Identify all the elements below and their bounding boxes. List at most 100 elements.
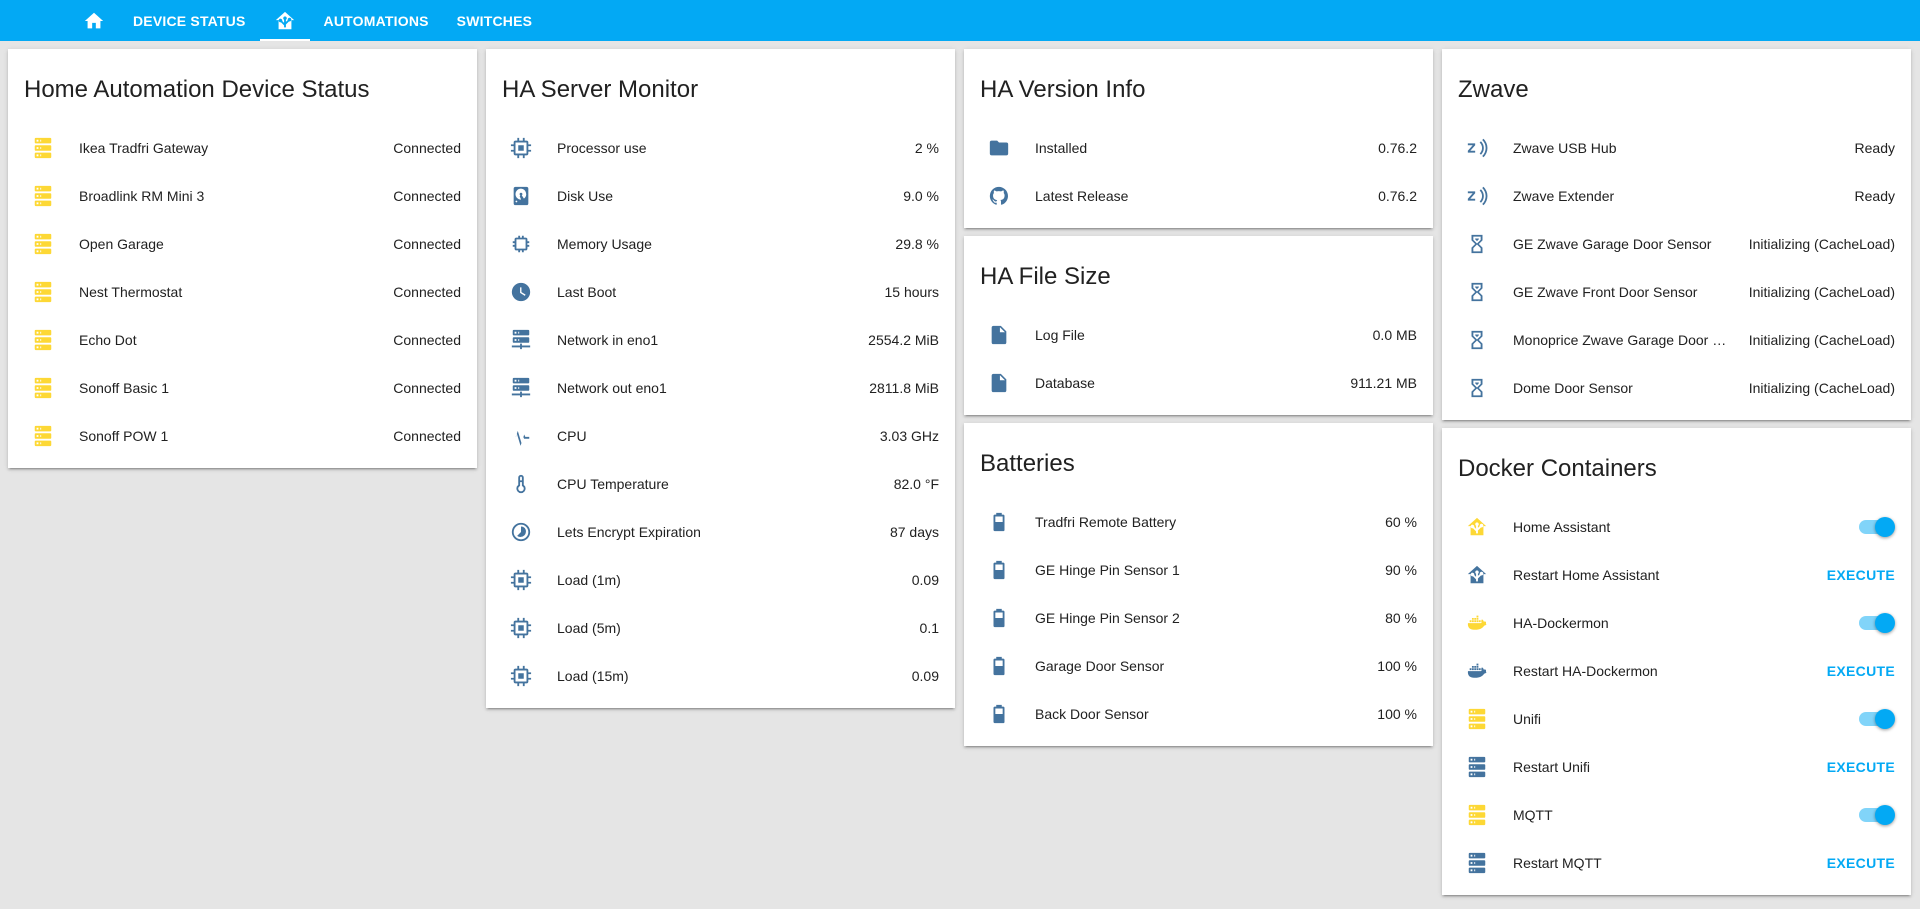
power-toggle[interactable]	[1857, 517, 1895, 537]
row-processor-use[interactable]: Processor use 2 %	[486, 124, 955, 172]
home-icon	[84, 12, 104, 28]
chip-icon	[510, 569, 532, 591]
row-dome-door-sensor[interactable]: Dome Door Sensor Initializing (CacheLoad)	[1442, 364, 1911, 412]
row-back-door-sensor[interactable]: Back Door Sensor 100 %	[964, 690, 1433, 738]
row-sonoff-pow-1[interactable]: Sonoff POW 1 Connected	[8, 412, 477, 460]
row-garage-door-sensor[interactable]: Garage Door Sensor 100 %	[964, 642, 1433, 690]
tab-automations[interactable]: AUTOMATIONS	[310, 0, 443, 41]
row-restart-unifi[interactable]: Restart Unifi EXECUTE	[1442, 743, 1911, 791]
card-title: Home Automation Device Status	[24, 76, 370, 103]
execute-button[interactable]: EXECUTE	[1827, 759, 1895, 775]
chip-icon	[510, 617, 532, 639]
row-icon	[24, 232, 64, 256]
row-restart-ha-dockermon[interactable]: Restart HA-Dockermon EXECUTE	[1442, 647, 1911, 695]
hourglass-icon	[1471, 234, 1483, 254]
row-home-assistant[interactable]: Home Assistant	[1442, 503, 1911, 551]
row-nest-thermostat[interactable]: Nest Thermostat Connected	[8, 268, 477, 316]
home-assistant-icon	[1467, 517, 1487, 536]
row-ge-zwave-garage-door-sensor[interactable]: GE Zwave Garage Door Sensor Initializing …	[1442, 220, 1911, 268]
row-ha-dockermon[interactable]: HA-Dockermon	[1442, 599, 1911, 647]
row-load-1m[interactable]: Load (1m) 0.09	[486, 556, 955, 604]
row-icon	[980, 654, 1020, 678]
execute-button[interactable]: EXECUTE	[1827, 663, 1895, 679]
row-log-file[interactable]: Log File 0.0 MB	[964, 311, 1433, 359]
row-name: Home Assistant	[1513, 519, 1611, 535]
row-echo-dot[interactable]: Echo Dot Connected	[8, 316, 477, 364]
row-icon	[24, 328, 64, 352]
row-load-15m[interactable]: Load (15m) 0.09	[486, 652, 955, 700]
row-ikea-tradfri-gateway[interactable]: Ikea Tradfri Gateway Connected	[8, 124, 477, 172]
tab-home[interactable]	[69, 0, 119, 41]
row-icon	[980, 702, 1020, 726]
card-title: HA Server Monitor	[502, 76, 699, 103]
chip-icon	[510, 137, 532, 159]
row-icon	[980, 371, 1020, 395]
row-name: Restart Home Assistant	[1513, 567, 1660, 583]
row-ge-hinge-pin-sensor-2[interactable]: GE Hinge Pin Sensor 2 80 %	[964, 594, 1433, 642]
row-name: Restart Unifi	[1513, 759, 1591, 775]
row-broadlink-rm-mini-3[interactable]: Broadlink RM Mini 3 Connected	[8, 172, 477, 220]
row-ge-hinge-pin-sensor-1[interactable]: GE Hinge Pin Sensor 1 90 %	[964, 546, 1433, 594]
row-mqtt[interactable]: MQTT	[1442, 791, 1911, 839]
row-cpu[interactable]: CPU 3.03 GHz	[486, 412, 955, 460]
row-icon	[502, 568, 542, 592]
execute-button[interactable]: EXECUTE	[1827, 567, 1895, 583]
row-zwave-extender[interactable]: Zwave Extender Ready	[1442, 172, 1911, 220]
row-open-garage[interactable]: Open Garage Connected	[8, 220, 477, 268]
row-icon	[1458, 328, 1498, 352]
row-value: Connected	[393, 236, 461, 252]
tab-device-status[interactable]: DEVICE STATUS	[119, 0, 260, 41]
row-monoprice-zwave-garage-door-s[interactable]: Monoprice Zwave Garage Door S... Initiali…	[1442, 316, 1911, 364]
row-value: Connected	[393, 140, 461, 156]
row-icon	[1458, 376, 1498, 400]
row-value: 0.76.2	[1378, 188, 1417, 204]
row-value: 87 days	[889, 524, 939, 540]
row-icon	[24, 424, 64, 448]
row-name: Broadlink RM Mini 3	[79, 188, 205, 204]
battery-icon	[993, 656, 1005, 676]
server-icon	[34, 425, 52, 447]
row-network-out-eno1[interactable]: Network out eno1 2811.8 MiB	[486, 364, 955, 412]
row-latest-release[interactable]: Latest Release 0.76.2	[964, 172, 1433, 220]
row-name: Last Boot	[557, 284, 617, 300]
harddisk-icon	[513, 186, 529, 206]
row-cpu-temperature[interactable]: CPU Temperature 82.0 °F	[486, 460, 955, 508]
power-toggle[interactable]	[1857, 709, 1895, 729]
row-name: Load (1m)	[557, 572, 621, 588]
row-memory-usage[interactable]: Memory Usage 29.8 %	[486, 220, 955, 268]
row-icon	[1458, 851, 1498, 875]
row-name: Restart HA-Dockermon	[1513, 663, 1658, 679]
row-tradfri-remote-battery[interactable]: Tradfri Remote Battery 60 %	[964, 498, 1433, 546]
row-restart-mqtt[interactable]: Restart MQTT EXECUTE	[1442, 839, 1911, 887]
file-icon	[991, 325, 1007, 345]
row-name: CPU Temperature	[557, 476, 669, 492]
tab-home-assistant[interactable]	[259, 0, 310, 41]
row-name: Unifi	[1513, 711, 1542, 727]
row-icon	[502, 280, 542, 304]
row-lets-encrypt-expiration[interactable]: Lets Encrypt Expiration 87 days	[486, 508, 955, 556]
row-disk-use[interactable]: Disk Use 9.0 %	[486, 172, 955, 220]
column-2: HA Server Monitor Processor use 2 % Disk Us…	[486, 49, 955, 716]
tab-switches[interactable]: SWITCHES	[443, 0, 547, 41]
row-database[interactable]: Database 911.21 MB	[964, 359, 1433, 407]
row-restart-home-assistant[interactable]: Restart Home Assistant EXECUTE	[1442, 551, 1911, 599]
row-network-in-eno1[interactable]: Network in eno1 2554.2 MiB	[486, 316, 955, 364]
row-ge-zwave-front-door-sensor[interactable]: GE Zwave Front Door Sensor Initializing (…	[1442, 268, 1911, 316]
folder-download-icon	[989, 140, 1009, 156]
row-zwave-usb-hub[interactable]: Zwave USB Hub Ready	[1442, 124, 1911, 172]
row-sonoff-basic-1[interactable]: Sonoff Basic 1 Connected	[8, 364, 477, 412]
row-load-5m[interactable]: Load (5m) 0.1	[486, 604, 955, 652]
execute-button[interactable]: EXECUTE	[1827, 855, 1895, 871]
row-name: Network in eno1	[557, 332, 659, 348]
power-toggle[interactable]	[1857, 613, 1895, 633]
server-network-icon	[511, 329, 531, 350]
row-last-boot[interactable]: Last Boot 15 hours	[486, 268, 955, 316]
row-value: 0.09	[911, 572, 939, 588]
row-installed[interactable]: Installed 0.76.2	[964, 124, 1433, 172]
row-name: Load (15m)	[557, 668, 629, 684]
power-toggle[interactable]	[1857, 805, 1895, 825]
row-unifi[interactable]: Unifi	[1442, 695, 1911, 743]
row-value: Connected	[393, 284, 461, 300]
server-icon	[34, 377, 52, 399]
row-value: Connected	[393, 332, 461, 348]
